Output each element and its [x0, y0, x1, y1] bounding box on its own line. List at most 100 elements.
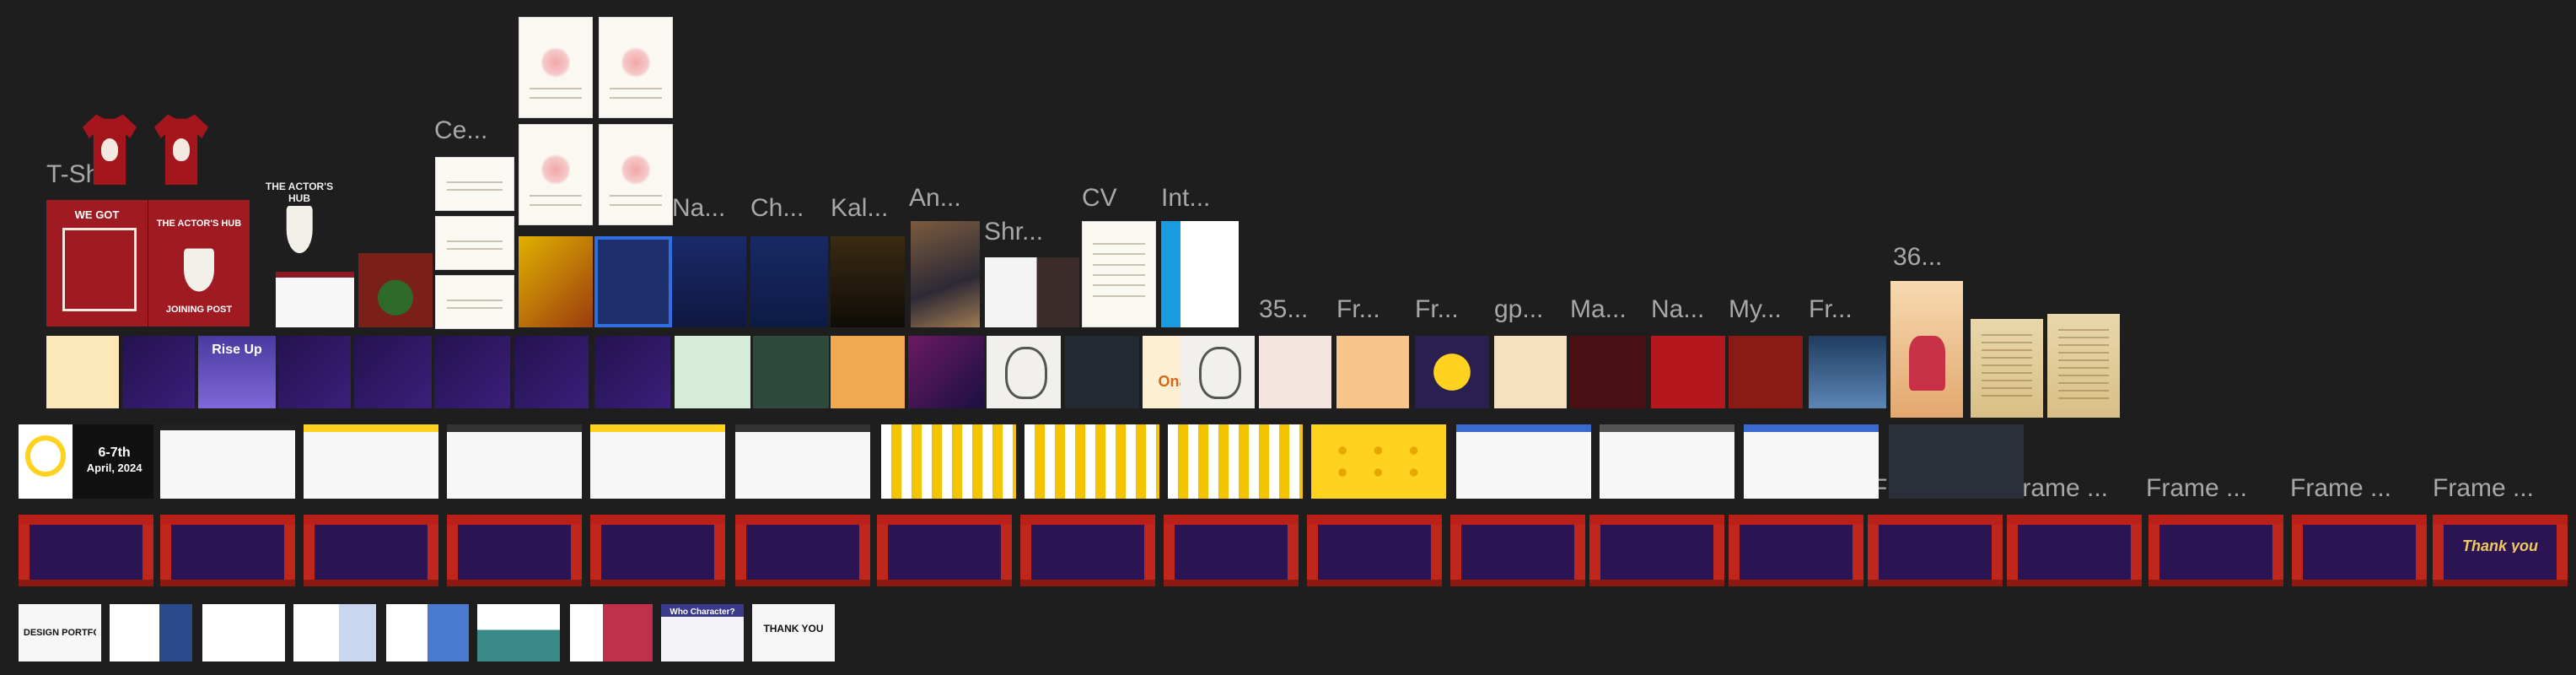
post-frame[interactable]: Rise Up [198, 336, 276, 408]
post-frame[interactable] [1651, 336, 1725, 408]
poster-frame[interactable]: WE GOT [46, 200, 148, 327]
design-canvas[interactable]: T-Shirt Ce... Na... Ch... Kal... An... S… [0, 0, 2576, 675]
slide-frame[interactable] [1024, 424, 1159, 499]
portfolio-page[interactable] [570, 604, 653, 662]
post-frame[interactable] [675, 336, 750, 408]
slide-frame[interactable] [304, 424, 438, 499]
frame-label-na-2[interactable]: Na... [1651, 295, 1704, 324]
slide-frame[interactable] [447, 424, 582, 499]
post-frame[interactable] [1494, 336, 1567, 408]
slide-frame[interactable]: 6-7th April, 2024 [19, 424, 153, 499]
slide-frame[interactable] [160, 424, 295, 499]
post-frame[interactable] [434, 336, 510, 408]
stage-slide-frame[interactable]: Thank you [2433, 515, 2568, 586]
stage-slide-frame[interactable] [1589, 515, 1724, 586]
sketch-frame[interactable] [987, 336, 1061, 408]
frame-label-35[interactable]: 35... [1259, 295, 1308, 324]
post-frame[interactable] [1259, 336, 1331, 408]
cv-frame[interactable] [1161, 221, 1239, 327]
frame-label-an[interactable]: An... [909, 184, 961, 213]
post-frame[interactable] [278, 336, 351, 408]
certificate-frame[interactable] [519, 124, 593, 225]
frame-label-fr-1[interactable]: Fr... [1336, 295, 1380, 324]
frame-label-int[interactable]: Int... [1161, 184, 1210, 213]
frame-label-ma[interactable]: Ma... [1570, 295, 1627, 324]
frame-label-ch[interactable]: Ch... [750, 194, 804, 223]
slide-frame[interactable] [1456, 424, 1591, 499]
stage-slide-frame[interactable] [1020, 515, 1155, 586]
post-frame[interactable] [1729, 336, 1803, 408]
scroll-frame[interactable] [1971, 319, 2043, 418]
frame-label-kal[interactable]: Kal... [831, 194, 888, 223]
slide-frame[interactable] [1600, 424, 1734, 499]
portfolio-page[interactable] [386, 604, 469, 662]
slide-frame[interactable] [590, 424, 725, 499]
portfolio-page[interactable] [110, 604, 192, 662]
stage-slide-frame[interactable] [447, 515, 582, 586]
stage-slide-frame[interactable] [160, 515, 295, 586]
stage-slide-frame[interactable] [19, 515, 153, 586]
frame-label-shr[interactable]: Shr... [984, 218, 1043, 246]
certificate-frame[interactable] [435, 275, 514, 329]
stage-slide-frame[interactable] [304, 515, 438, 586]
stage-slide-frame[interactable] [1450, 515, 1585, 586]
post-frame[interactable] [908, 336, 984, 408]
stage-slide-frame[interactable] [2292, 515, 2427, 586]
slide-frame[interactable] [276, 272, 354, 327]
stage-slide-frame[interactable] [2148, 515, 2283, 586]
stage-slide-frame[interactable] [590, 515, 725, 586]
frame-label-36[interactable]: 36... [1893, 243, 1942, 272]
poster-frame[interactable] [985, 257, 1079, 327]
poster-frame[interactable] [672, 236, 746, 327]
post-frame[interactable] [594, 336, 670, 408]
stage-slide-frame[interactable] [1307, 515, 1442, 586]
slide-frame[interactable] [1744, 424, 1879, 499]
portfolio-page[interactable] [202, 604, 285, 662]
stage-slide-frame[interactable] [1164, 515, 1299, 586]
slide-frame[interactable] [1311, 424, 1446, 499]
frame-label-my[interactable]: My... [1729, 295, 1782, 324]
post-frame[interactable] [354, 336, 432, 408]
post-frame[interactable] [831, 336, 905, 408]
post-frame[interactable] [1415, 336, 1489, 408]
logo-frame[interactable]: THE ACTOR'S HUB [261, 177, 337, 262]
certificate-frame[interactable] [519, 17, 593, 118]
certificate-frame[interactable] [599, 17, 673, 118]
frame-label-cv[interactable]: CV [1082, 184, 1117, 213]
frame-label-frame-b[interactable]: Frame ... [2290, 474, 2391, 503]
frame-label-gp[interactable]: gp... [1494, 295, 1543, 324]
stage-slide-frame[interactable] [1729, 515, 1863, 586]
portfolio-page[interactable]: DESIGN PORTFOLIO [19, 604, 101, 662]
slide-frame[interactable] [1889, 424, 2024, 499]
stage-slide-frame[interactable] [1868, 515, 2003, 586]
frame-label-fr-3[interactable]: Fr... [1809, 295, 1853, 324]
poster-frame[interactable] [831, 236, 905, 327]
post-frame[interactable] [1065, 336, 1139, 408]
post-frame[interactable] [46, 336, 119, 408]
portfolio-page[interactable] [477, 604, 560, 662]
post-frame[interactable] [1336, 336, 1409, 408]
post-frame[interactable] [1570, 336, 1646, 408]
scroll-frame[interactable] [2047, 314, 2120, 418]
slide-frame[interactable] [1168, 424, 1303, 499]
sketch-frame[interactable] [1180, 336, 1255, 408]
stage-slide-frame[interactable] [877, 515, 1012, 586]
post-frame[interactable] [514, 336, 589, 408]
stage-slide-frame[interactable] [735, 515, 870, 586]
portfolio-page[interactable] [293, 604, 376, 662]
frame-label-ce[interactable]: Ce... [434, 116, 487, 145]
poster-frame[interactable] [519, 236, 593, 327]
cv-frame[interactable] [1082, 221, 1156, 327]
certificate-frame[interactable] [599, 124, 673, 225]
tshirt-frame[interactable] [148, 108, 215, 188]
post-frame[interactable] [122, 336, 195, 408]
poster-frame[interactable]: THE ACTOR'S HUB JOINING POST [148, 200, 250, 327]
post-frame[interactable] [1809, 336, 1886, 408]
tshirt-frame[interactable] [76, 108, 143, 188]
poster-frame[interactable] [911, 221, 980, 327]
portfolio-page[interactable]: Who Character? [661, 604, 744, 662]
poster-frame[interactable] [1890, 281, 1963, 418]
poster-frame[interactable] [594, 236, 672, 327]
certificate-frame[interactable] [435, 157, 514, 211]
frame-label-frame-c[interactable]: Frame ... [2433, 474, 2534, 503]
